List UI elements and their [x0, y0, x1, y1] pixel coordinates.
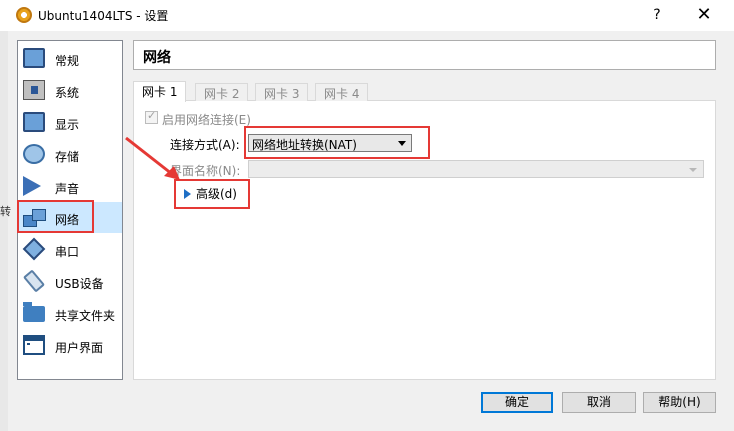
title-bar: Ubuntu1404LTS - 设置 ? ✕: [0, 0, 734, 31]
sidebar-item-label: 声音: [55, 182, 80, 196]
enable-network-checkbox[interactable]: [145, 109, 158, 124]
sidebar-item-label: 串口: [55, 245, 80, 259]
virtualbox-app-icon: [16, 7, 32, 23]
window-title: Ubuntu1404LTS - 设置: [38, 9, 169, 23]
background-window-edge: 转: [0, 31, 11, 431]
ok-button[interactable]: 确定: [481, 392, 553, 413]
annotation-box-network: [17, 200, 94, 233]
disk-icon: [23, 144, 45, 164]
annotation-box-attached-to: [244, 126, 430, 159]
sidebar-item-label: 常规: [55, 54, 80, 68]
screen-icon: [23, 48, 45, 68]
tab-adapter-1[interactable]: 网卡 1: [133, 81, 187, 102]
sidebar-item-system[interactable]: 系统: [18, 75, 122, 106]
sidebar-item-serial[interactable]: 串口: [18, 234, 122, 265]
page-title: 网络: [143, 50, 171, 66]
sidebar-item-label: 显示: [55, 118, 80, 132]
cancel-button[interactable]: 取消: [562, 392, 636, 413]
speaker-icon: [23, 176, 41, 196]
sidebar-item-shared-folders[interactable]: 共享文件夹: [18, 298, 122, 329]
tab-adapter-4[interactable]: 网卡 4: [315, 83, 369, 101]
sidebar-item-user-interface[interactable]: 用户界面: [18, 330, 122, 361]
sidebar-item-storage[interactable]: 存储: [18, 139, 122, 170]
ui-icon: [23, 335, 45, 355]
usb-icon: [22, 269, 46, 293]
background-edge-text: 转: [0, 205, 11, 218]
sidebar-item-general[interactable]: 常规: [18, 43, 122, 74]
sidebar-item-label: 用户界面: [55, 341, 104, 355]
settings-dialog: Ubuntu1404LTS - 设置 ? ✕ 转 常规 系统 显示 存储 声音 …: [0, 0, 734, 431]
enable-network-label: 启用网络连接(E): [162, 113, 251, 127]
folder-icon: [23, 302, 45, 322]
sidebar-item-display[interactable]: 显示: [18, 107, 122, 138]
chip-icon: [23, 80, 45, 100]
sidebar-item-usb[interactable]: USB设备: [18, 266, 122, 297]
sidebar-item-label: USB设备: [55, 277, 104, 291]
close-button[interactable]: ✕: [685, 2, 723, 28]
chevron-down-icon: [689, 168, 697, 172]
serial-port-icon: [22, 237, 46, 261]
annotation-arrow-icon: [125, 136, 180, 180]
sidebar-item-label: 系统: [55, 86, 80, 100]
sidebar-item-audio[interactable]: 声音: [18, 171, 122, 202]
tab-adapter-2[interactable]: 网卡 2: [195, 83, 249, 101]
monitor-icon: [23, 112, 45, 132]
help-title-button[interactable]: ?: [638, 2, 676, 28]
page-title-box: 网络: [133, 40, 716, 70]
tab-adapter-3[interactable]: 网卡 3: [255, 83, 309, 101]
sidebar-item-label: 存储: [55, 150, 80, 164]
sidebar-item-label: 共享文件夹: [55, 309, 116, 323]
help-button[interactable]: 帮助(H): [643, 392, 716, 413]
adapter-name-select: [248, 160, 704, 178]
